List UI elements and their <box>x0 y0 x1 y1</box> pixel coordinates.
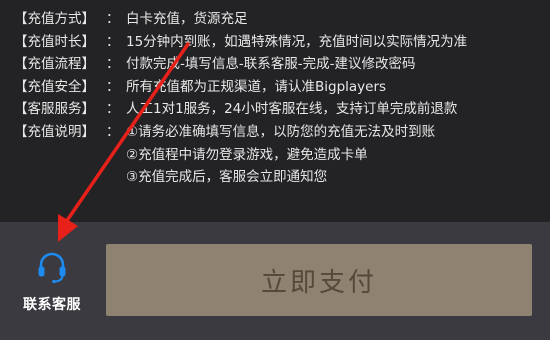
info-row-notes: 【充值说明】 ： ①请务必准确填写信息，以防您的充值无法及时到账 ②充值程中请勿… <box>14 121 467 189</box>
pay-now-label: 立即支付 <box>260 266 377 297</box>
info-row-process: 【充值流程】 ： 付款完成-填写信息-联系客服-完成-建议修改密码 <box>14 53 467 76</box>
row-value-lines: ①请务必准确填写信息，以防您的充值无法及时到账 ②充值程中请勿登录游戏，避免造成… <box>126 121 435 189</box>
info-list: 【充值方式】 ： 白卡充值，货源充足 【充值时长】 ： 15分钟内到账，如遇特殊… <box>14 8 467 189</box>
info-row-service: 【客服服务】 ： 人工1对1服务，24小时客服在线，支持订单完成前退款 <box>14 98 467 121</box>
row-key: 【客服服务】 <box>14 101 95 118</box>
info-row-security: 【充值安全】 ： 所有充值都为正规渠道，请认准Bigplayers <box>14 76 467 99</box>
row-separator: ： <box>106 56 120 73</box>
row-value: 15分钟内到账，如遇特殊情况，充值时间以实际情况为准 <box>126 33 468 50</box>
row-key: 【充值说明】 <box>14 123 95 140</box>
row-value: 白卡充值，货源充足 <box>126 11 248 27</box>
contact-support-button[interactable]: 联系客服 <box>12 246 92 326</box>
row-key: 【充值方式】 <box>14 11 95 27</box>
row-value: 人工1对1服务，24小时客服在线，支持订单完成前退款 <box>126 101 458 118</box>
note-line-2: ②充值程中请勿登录游戏，避免造成卡单 <box>126 146 368 163</box>
row-separator: ： <box>106 33 120 50</box>
recharge-info-panel: 【充值方式】 ： 白卡充值，货源充足 【充值时长】 ： 15分钟内到账，如遇特殊… <box>0 0 550 222</box>
row-separator: ： <box>106 11 120 27</box>
info-row-duration: 【充值时长】 ： 15分钟内到账，如遇特殊情况，充值时间以实际情况为准 <box>14 31 467 54</box>
row-key: 【充值时长】 <box>14 33 95 50</box>
headset-icon <box>38 252 66 284</box>
note-line-1: ①请务必准确填写信息，以防您的充值无法及时到账 <box>126 123 436 140</box>
row-value: 付款完成-填写信息-联系客服-完成-建议修改密码 <box>126 56 416 73</box>
row-key: 【充值流程】 <box>14 56 95 73</box>
row-separator: ： <box>106 123 120 140</box>
info-row-method: 【充值方式】 ： 白卡充值，货源充足 <box>14 8 467 31</box>
contact-support-label: 联系客服 <box>23 297 81 313</box>
row-key: 【充值安全】 <box>14 78 95 95</box>
pay-now-button[interactable]: 立即支付 <box>106 244 532 316</box>
row-separator: ： <box>106 78 120 95</box>
row-separator: ： <box>106 101 120 118</box>
row-value: 所有充值都为正规渠道，请认准Bigplayers <box>126 78 387 95</box>
note-line-3: ③充值完成后，客服会立即通知您 <box>126 169 328 186</box>
